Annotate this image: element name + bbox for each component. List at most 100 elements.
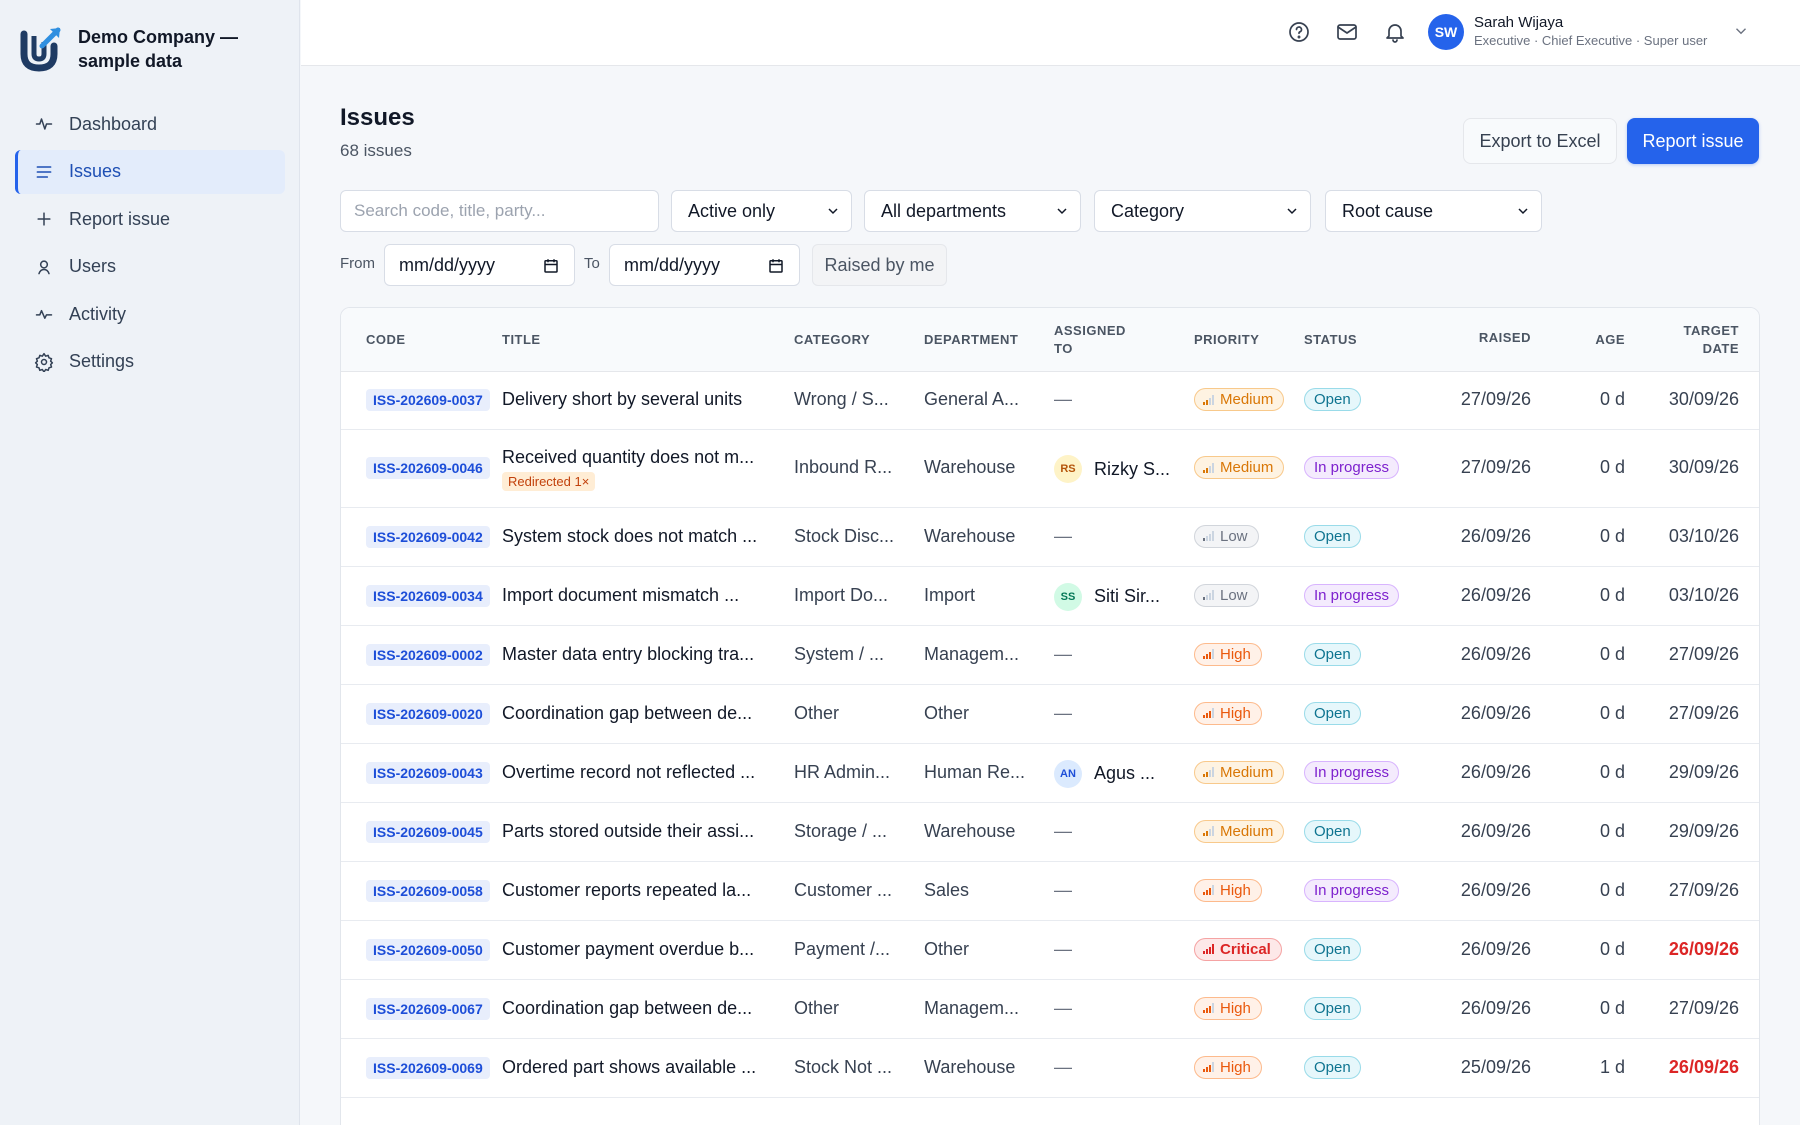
chevron-down-icon[interactable] <box>1732 22 1750 40</box>
from-date-value: mm/dd/yyyy <box>399 254 496 275</box>
signal-bars-icon <box>1203 944 1214 954</box>
issue-title-link[interactable]: System stock does not match ... <box>502 526 757 547</box>
report-issue-button[interactable]: Report issue <box>1627 118 1759 164</box>
issue-code-link[interactable]: ISS-202609-0067 <box>366 997 490 1020</box>
search-input[interactable]: Search code, title, party... <box>340 190 659 232</box>
sidebar-item-label: Users <box>69 256 117 276</box>
column-header-target-date[interactable]: TARGET DATE <box>1684 322 1739 358</box>
export-to-excel-button[interactable]: Export to Excel <box>1463 118 1617 164</box>
column-header-category[interactable]: CATEGORY <box>794 331 870 349</box>
issue-title-link[interactable]: Customer payment overdue b... <box>502 939 754 960</box>
from-date-input[interactable]: mm/dd/yyyy <box>384 244 575 286</box>
column-header-age[interactable]: AGE <box>1595 331 1625 349</box>
table-row[interactable]: ISS-202609-0067 Coordination gap between … <box>341 980 1759 1039</box>
list-icon <box>33 161 55 183</box>
status-badge: Open <box>1304 524 1361 548</box>
table-row[interactable]: ISS-202609-0046 Received quantity does no… <box>341 430 1759 508</box>
sidebar-item-settings[interactable]: Settings <box>15 340 285 384</box>
assignee[interactable]: RS Rizky S... <box>1054 455 1170 483</box>
issue-title-link[interactable]: Customer reports repeated la... <box>502 880 751 901</box>
department-cell: Warehouse <box>924 525 1016 546</box>
issue-code-link[interactable]: ISS-202609-0002 <box>366 643 490 666</box>
issue-code-link[interactable]: ISS-202609-0050 <box>366 938 490 961</box>
status-badge: Open <box>1304 819 1361 843</box>
category-value: Category <box>1111 200 1185 221</box>
issue-title-link[interactable]: Ordered part shows available ... <box>502 1057 756 1078</box>
user-avatar[interactable]: SW <box>1428 14 1464 50</box>
table-row[interactable]: ISS-202609-0037 Delivery short by several… <box>341 372 1759 430</box>
table-row[interactable]: ISS-202609-0045 Parts stored outside thei… <box>341 803 1759 862</box>
table-row[interactable]: ISS-202609-0043 Overtime record not refle… <box>341 744 1759 803</box>
issue-title-link[interactable]: Master data entry blocking tra... <box>502 644 754 665</box>
issue-code-link[interactable]: ISS-202609-0034 <box>366 584 490 607</box>
assignee-avatar: RS <box>1054 455 1082 483</box>
department-select[interactable]: All departments <box>864 190 1081 232</box>
issue-code-link[interactable]: ISS-202609-0046 <box>366 457 490 479</box>
sidebar: Demo Company — sample data Dashboard Iss… <box>0 0 300 1125</box>
from-label: From <box>340 255 375 272</box>
issue-code-link[interactable]: ISS-202609-0020 <box>366 702 490 725</box>
table-row[interactable]: ISS-202609-0020 Coordination gap between … <box>341 685 1759 744</box>
issue-title-link[interactable]: Overtime record not reflected ... <box>502 762 755 783</box>
issue-title-link[interactable]: Parts stored outside their assi... <box>502 821 754 842</box>
assignee[interactable]: SS Siti Sir... <box>1054 582 1160 611</box>
age-cell: 0 d <box>1599 389 1625 409</box>
column-header-department[interactable]: DEPARTMENT <box>924 331 1018 349</box>
column-header-raised[interactable]: RAISED <box>1479 329 1531 347</box>
status-badge: Open <box>1304 937 1361 961</box>
sidebar-item-dashboard[interactable]: Dashboard <box>15 102 285 146</box>
issue-title-link[interactable]: Coordination gap between de... <box>502 703 752 724</box>
department-cell: Managem... <box>924 643 1020 664</box>
column-header-assigned[interactable]: ASSIGNED TO <box>1054 322 1126 358</box>
issue-code-link[interactable]: ISS-202609-0058 <box>366 879 490 902</box>
sidebar-item-users[interactable]: Users <box>15 245 285 289</box>
company-logo-icon <box>20 27 61 72</box>
column-header-title[interactable]: TITLE <box>502 331 541 349</box>
target-date: 27/09/26 <box>1668 879 1739 900</box>
priority-badge: Medium <box>1194 456 1285 479</box>
help-icon[interactable] <box>1287 20 1311 44</box>
issue-title-link[interactable]: Received quantity does not m... <box>502 447 754 468</box>
sidebar-item-report-issue[interactable]: Report issue <box>15 197 285 241</box>
priority-label: High <box>1220 881 1251 899</box>
column-header-code[interactable]: CODE <box>366 331 406 349</box>
table-row[interactable]: ISS-202609-0034 Import document mismatch … <box>341 567 1759 626</box>
mail-icon[interactable] <box>1335 20 1359 44</box>
table-row[interactable]: ISS-202609-0002 Master data entry blockin… <box>341 626 1759 685</box>
sidebar-nav: Dashboard Issues Report issue Users Acti… <box>0 102 299 384</box>
active-filter-select[interactable]: Active only <box>671 190 852 232</box>
user-name[interactable]: Sarah Wijaya <box>1474 14 1563 31</box>
assignee[interactable]: AN Agus ... <box>1054 759 1155 788</box>
calendar-icon[interactable] <box>767 257 785 275</box>
issue-title-link[interactable]: Coordination gap between de... <box>502 998 752 1019</box>
category-select[interactable]: Category <box>1094 190 1311 232</box>
sidebar-item-issues[interactable]: Issues <box>15 149 285 194</box>
column-header-status[interactable]: STATUS <box>1304 331 1357 349</box>
issue-title-link[interactable]: Delivery short by several units <box>502 389 742 410</box>
priority-label: Medium <box>1220 391 1274 408</box>
table-row[interactable]: ISS-202609-0042 System stock does not mat… <box>341 508 1759 567</box>
gear-icon <box>33 351 55 373</box>
root-cause-select[interactable]: Root cause <box>1325 190 1542 232</box>
raised-by-me-toggle[interactable]: Raised by me <box>812 244 947 286</box>
bell-icon[interactable] <box>1383 20 1407 44</box>
issue-code-link[interactable]: ISS-202609-0042 <box>366 525 490 548</box>
issue-code-link[interactable]: ISS-202609-0069 <box>366 1056 490 1079</box>
table-row[interactable]: ISS-202609-0069 Ordered part shows availa… <box>341 1039 1759 1098</box>
calendar-icon[interactable] <box>542 257 560 275</box>
to-date-input[interactable]: mm/dd/yyyy <box>609 244 800 286</box>
sidebar-item-activity[interactable]: Activity <box>15 292 285 336</box>
issue-title-link[interactable]: Import document mismatch ... <box>502 585 739 606</box>
user-icon <box>33 256 55 278</box>
signal-bars-icon <box>1203 1062 1214 1072</box>
department-cell: Warehouse <box>924 820 1016 841</box>
table-row[interactable]: ISS-202609-0050 Customer payment overdue … <box>341 921 1759 980</box>
issue-code-link[interactable]: ISS-202609-0037 <box>366 389 490 411</box>
issue-code-link[interactable]: ISS-202609-0045 <box>366 820 490 843</box>
priority-label: High <box>1220 1058 1251 1076</box>
issue-code-link[interactable]: ISS-202609-0043 <box>366 761 490 784</box>
table-row[interactable]: ISS-202609-0058 Customer reports repeated… <box>341 862 1759 921</box>
brand[interactable]: Demo Company — sample data <box>0 0 299 80</box>
priority-badge: High <box>1194 701 1262 725</box>
column-header-priority[interactable]: PRIORITY <box>1194 331 1259 349</box>
